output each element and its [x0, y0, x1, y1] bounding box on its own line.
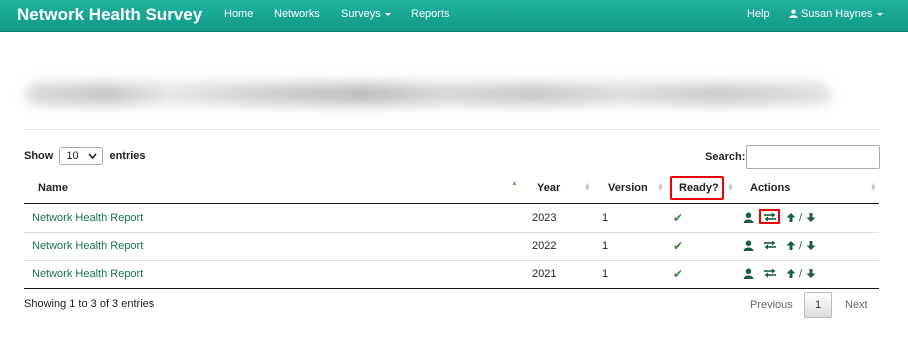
nav-surveys-label: Surveys — [341, 8, 381, 20]
user-icon[interactable] — [743, 212, 754, 223]
user-icon — [789, 9, 798, 18]
action-separator: / — [799, 268, 803, 280]
arrow-down-icon[interactable] — [806, 240, 816, 251]
action-separator: / — [799, 212, 803, 224]
pagination-previous[interactable]: Previous — [750, 299, 793, 311]
user-menu-dropdown[interactable]: Susan Haynes — [789, 8, 883, 20]
search-input[interactable] — [746, 145, 880, 169]
show-label: Show — [24, 149, 54, 162]
checkmark-icon: ✔ — [673, 211, 684, 225]
top-navbar: Network Health Survey Home Networks Surv… — [0, 0, 908, 32]
version-cell: 1 — [602, 240, 609, 252]
table-info: Showing 1 to 3 of 3 entries — [24, 298, 155, 310]
column-header-version[interactable]: Version — [608, 182, 648, 194]
year-cell: 2021 — [532, 268, 557, 280]
caret-down-icon — [876, 12, 883, 16]
nav-reports[interactable]: Reports — [411, 8, 450, 20]
action-separator: / — [799, 240, 803, 252]
column-header-actions[interactable]: Actions — [750, 182, 790, 194]
arrow-up-icon[interactable] — [786, 268, 796, 279]
divider — [24, 129, 879, 130]
swap-arrows-icon[interactable] — [763, 240, 777, 250]
sort-icon: ▲ ▼ — [657, 182, 664, 193]
year-cell: 2022 — [532, 240, 557, 252]
caret-down-icon — [384, 12, 391, 16]
column-header-year[interactable]: Year — [537, 182, 560, 194]
entries-label: entries — [109, 149, 146, 162]
row-divider — [24, 232, 879, 233]
row-divider — [24, 260, 879, 261]
arrow-down-icon[interactable] — [806, 268, 816, 279]
nav-home[interactable]: Home — [224, 8, 253, 20]
checkmark-icon: ✔ — [673, 239, 684, 253]
blurred-page-heading — [26, 83, 831, 105]
user-icon[interactable] — [743, 240, 754, 251]
report-name-link[interactable]: Network Health Report — [32, 212, 143, 224]
arrow-up-icon[interactable] — [786, 212, 796, 223]
highlight-box-ready-header — [670, 176, 724, 200]
sort-icon: ▲ ▼ — [727, 182, 734, 193]
version-cell: 1 — [602, 268, 609, 280]
chevron-down-icon — [88, 153, 98, 160]
report-name-link[interactable]: Network Health Report — [32, 268, 143, 280]
sort-icon: ▲ ▼ — [870, 182, 877, 193]
entries-select-value: 10 — [66, 150, 79, 162]
version-cell: 1 — [602, 212, 609, 224]
report-name-link[interactable]: Network Health Report — [32, 240, 143, 252]
sort-icon: ▲ ▼ — [584, 182, 591, 193]
pagination-next[interactable]: Next — [845, 299, 868, 311]
checkmark-icon: ✔ — [673, 267, 684, 281]
column-header-name[interactable]: Name — [38, 182, 68, 194]
nav-networks[interactable]: Networks — [274, 8, 320, 20]
sort-ascending-icon: ▲ — [511, 180, 518, 187]
swap-arrows-icon[interactable] — [763, 268, 777, 278]
highlight-box-swap-icon — [759, 209, 780, 224]
pagination-current-page[interactable]: 1 — [804, 292, 832, 318]
table-bottom-border — [24, 288, 879, 289]
year-cell: 2023 — [532, 212, 557, 224]
table-header-border — [24, 203, 879, 204]
arrow-up-icon[interactable] — [786, 240, 796, 251]
entries-select[interactable]: 10 — [59, 147, 104, 165]
brand-title[interactable]: Network Health Survey — [17, 5, 202, 25]
search-label: Search: — [705, 151, 746, 163]
arrow-down-icon[interactable] — [806, 212, 816, 223]
entries-length-control: Show 10 entries — [24, 147, 146, 165]
nav-surveys-dropdown[interactable]: Surveys — [341, 8, 391, 20]
user-name: Susan Haynes — [801, 8, 873, 20]
user-icon[interactable] — [743, 268, 754, 279]
nav-help[interactable]: Help — [747, 8, 770, 20]
